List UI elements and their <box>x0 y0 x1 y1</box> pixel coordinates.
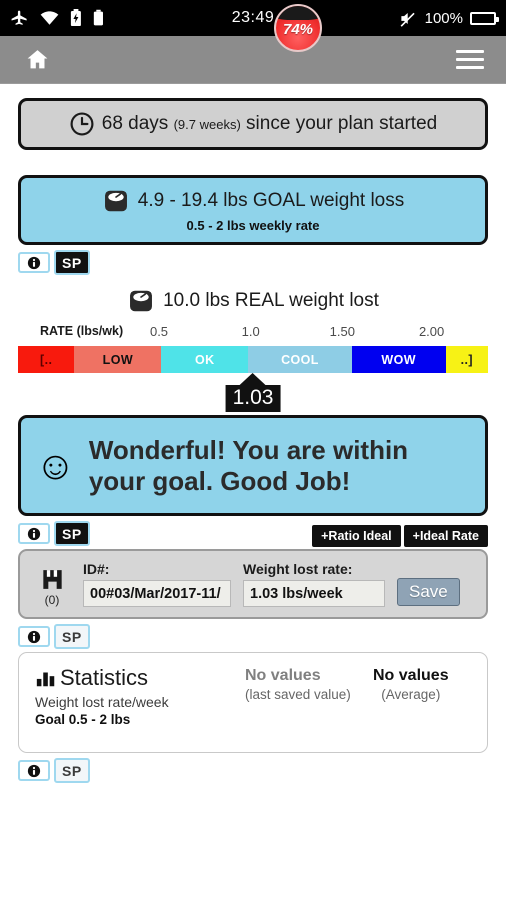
days-since-plan-text: 68 days (9.7 weeks) since your plan star… <box>102 113 437 135</box>
floppy-save-icon <box>42 570 62 590</box>
save-icon-group: (0) <box>33 567 71 607</box>
clock-icon <box>70 112 94 136</box>
chip-row-statistics: SP <box>18 758 488 784</box>
app-root: 23:49 100% 74% 68 days (9.7 weeks) since… <box>0 0 506 900</box>
chip-row-form: SP <box>18 624 488 650</box>
rate-segment-cool[interactable]: COOL <box>248 346 352 373</box>
status-bar-clock: 23:49 <box>231 9 275 26</box>
rate-input[interactable]: 1.03 lbs/week <box>243 580 385 608</box>
statistics-average-value: No values <box>373 667 449 685</box>
save-count-label: (0) <box>44 593 60 608</box>
menu-button[interactable] <box>456 50 484 69</box>
save-button[interactable]: Save <box>397 578 460 607</box>
info-icon[interactable] <box>18 252 50 273</box>
sp-badge-statistics[interactable]: SP <box>54 758 90 784</box>
rate-segment-low[interactable]: LOW <box>74 346 162 373</box>
statistics-last-saved-value: No values <box>245 667 321 685</box>
congratulation-message-text: Wonderful! You are within your goal. Goo… <box>89 435 408 496</box>
hamburger-bar-3 <box>456 66 484 69</box>
battery-bubble-percent: 74% <box>282 21 314 38</box>
chip-row-goal: SP <box>18 250 488 275</box>
status-bar-left-icons <box>10 9 104 28</box>
goal-main-row: 4.9 - 19.4 lbs GOAL weight loss <box>31 187 475 215</box>
hamburger-bar-1 <box>456 50 484 53</box>
hamburger-bar-2 <box>456 58 484 61</box>
days-since-plan-card[interactable]: 68 days (9.7 weeks) since your plan star… <box>18 98 488 150</box>
goal-sub-text: 0.5 - 2 lbs weekly rate <box>186 218 320 233</box>
rate-segment-wow[interactable]: WOW <box>351 346 446 373</box>
statistics-subtitle: Weight lost rate/week <box>35 694 169 711</box>
battery-bubble-overlay[interactable]: 74% <box>274 4 322 52</box>
rate-segment-5[interactable]: ..] <box>445 346 488 373</box>
sp-badge-message[interactable]: SP <box>54 521 90 547</box>
battery-icon <box>93 9 104 27</box>
airplane-mode-icon <box>10 9 29 28</box>
rate-tick-2: 1.50 <box>329 324 355 339</box>
ideal-buttons-row: +Ratio Ideal +Ideal Rate <box>312 525 488 548</box>
rate-axis: RATE (lbs/wk) 0.5 1.0 1.50 2.00 <box>18 324 488 341</box>
battery-bubble-cap <box>276 6 320 20</box>
save-entry-card: (0) ID#: 00#03/Mar/2017-11/ Weight lost … <box>18 549 488 620</box>
info-icon[interactable] <box>18 523 50 545</box>
rate-marker-wrap: 1.03 <box>18 373 488 413</box>
statistics-title: Statistics <box>60 665 149 691</box>
battery-saver-icon <box>70 9 82 27</box>
days-count: 68 days <box>101 113 174 134</box>
battery-percent-label: 100% <box>424 9 463 27</box>
real-weight-lost-text: 10.0 lbs REAL weight lost <box>163 290 379 311</box>
bar-chart-icon <box>36 672 55 687</box>
real-weight-lost-row: 10.0 lbs REAL weight lost <box>18 287 488 315</box>
info-icon[interactable] <box>18 760 50 782</box>
message-line-2: your goal. Good Job! <box>88 465 351 496</box>
status-bar-right-icons: 100% <box>399 9 499 28</box>
volume-mute-icon <box>399 9 418 28</box>
days-suffix: since your plan started <box>240 113 438 134</box>
smiling-face-emoji: ☺ <box>35 443 76 488</box>
sp-badge-form[interactable]: SP <box>54 624 90 650</box>
app-toolbar <box>0 36 506 84</box>
rate-tick-1: 1.0 <box>241 324 260 339</box>
rate-segment-ok[interactable]: OK <box>161 346 249 373</box>
battery-full-icon <box>470 11 499 25</box>
id-input[interactable]: 00#03/Mar/2017-11/ <box>83 580 231 608</box>
status-bar: 23:49 100% <box>0 0 506 36</box>
rate-field-group: Weight lost rate: 1.03 lbs/week <box>243 561 385 608</box>
rate-axis-label: RATE (lbs/wk) <box>40 324 124 338</box>
scale-icon <box>104 190 127 212</box>
weeks-count: (9.7 weeks) <box>173 117 241 132</box>
ratio-ideal-button[interactable]: +Ratio Ideal <box>312 525 401 548</box>
id-field-group: ID#: 00#03/Mar/2017-11/ <box>83 561 231 608</box>
rate-tick-0: 0.5 <box>149 324 169 339</box>
goal-weight-loss-card[interactable]: 4.9 - 19.4 lbs GOAL weight loss 0.5 - 2 … <box>18 175 488 245</box>
sp-badge-goal[interactable]: SP <box>54 250 90 275</box>
id-field-label: ID#: <box>83 561 110 578</box>
statistics-last-saved-column: No values (last saved value) <box>245 667 373 702</box>
rate-segment-0[interactable]: [.. <box>18 346 75 373</box>
scale-icon <box>130 290 153 312</box>
chip-row-message: SP +Ratio Ideal +Ideal Rate <box>18 521 488 548</box>
statistics-card: Statistics Weight lost rate/week Goal 0.… <box>18 652 488 754</box>
rate-tick-3: 2.00 <box>418 324 445 339</box>
marker-value: 1.03 <box>225 385 281 412</box>
rate-marker: 1.03 <box>225 373 281 412</box>
wifi-icon <box>40 10 59 26</box>
info-icon[interactable] <box>18 626 50 648</box>
home-button[interactable] <box>22 45 52 75</box>
rate-color-bar[interactable]: [.. LOW OK COOL WOW ..] <box>18 346 488 373</box>
statistics-left-block: Statistics Weight lost rate/week Goal 0.… <box>35 667 245 728</box>
statistics-average-column: No values (Average) <box>373 667 449 702</box>
statistics-last-saved-caption: (last saved value) <box>245 687 351 703</box>
message-line-1: Wonderful! You are within <box>88 435 409 465</box>
statistics-goal: Goal 0.5 - 2 lbs <box>35 712 131 728</box>
ideal-rate-button[interactable]: +Ideal Rate <box>403 525 488 548</box>
home-icon <box>27 50 47 69</box>
rate-field-label: Weight lost rate: <box>243 561 353 578</box>
congratulation-message-card[interactable]: ☺ Wonderful! You are within your goal. G… <box>18 415 488 517</box>
statistics-title-row: Statistics <box>35 667 245 689</box>
page-content: 68 days (9.7 weeks) since your plan star… <box>0 84 506 784</box>
statistics-average-caption: (Average) <box>381 687 441 703</box>
goal-main-text: 4.9 - 19.4 lbs GOAL weight loss <box>137 190 405 211</box>
